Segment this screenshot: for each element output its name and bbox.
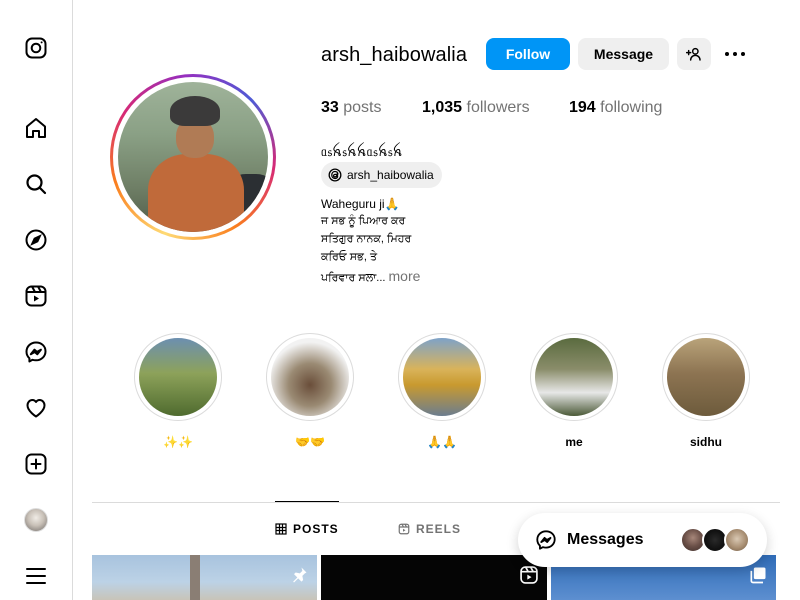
- highlight-cover: [535, 338, 613, 416]
- sidebar: [0, 0, 73, 600]
- pin-icon: [289, 565, 309, 585]
- more-horizontal-icon: [723, 42, 747, 66]
- bio-last-line: ਪਰਿਵਾਰ ਸਲਾ... more: [321, 268, 421, 284]
- profile-picture[interactable]: [110, 74, 276, 240]
- highlight-label: sidhu: [690, 435, 722, 449]
- following-link[interactable]: 194 following: [569, 99, 662, 117]
- highlight-cover: [667, 338, 745, 416]
- profile-avatar[interactable]: [24, 508, 48, 532]
- post-thumbnail[interactable]: [321, 555, 547, 600]
- post-thumbnail[interactable]: [92, 555, 317, 600]
- messages-label: Messages: [567, 531, 644, 548]
- add-user-icon: [686, 46, 702, 62]
- heart-icon[interactable]: [24, 396, 48, 420]
- highlight-label: me: [565, 435, 583, 449]
- grid-icon: [275, 523, 287, 535]
- recent-chats-avatars: [680, 527, 756, 553]
- highlight-cover: [403, 338, 481, 416]
- highlight-cover: [271, 338, 349, 416]
- highlight-label: 🤝🤝: [295, 435, 325, 449]
- profile-username: arsh_haibowalia: [321, 44, 468, 66]
- tabs-divider: [92, 502, 780, 503]
- instagram-icon[interactable]: [24, 36, 48, 60]
- messages-button[interactable]: Messages: [518, 513, 767, 567]
- followers-link[interactable]: 1,035 followers: [422, 99, 530, 117]
- carousel-icon: [748, 565, 768, 585]
- bio-more-link[interactable]: more: [389, 268, 421, 284]
- threads-handle: arsh_haibowalia: [347, 168, 434, 182]
- bio-line: ਕਰਿਓ ਸਭ, ਤੇ: [321, 251, 378, 263]
- bio-line: ਸਤਿਗੁਰ ਨਾਨਕ, ਮਿਹਰ: [321, 233, 412, 245]
- search-icon[interactable]: [24, 172, 48, 196]
- compass-icon[interactable]: [24, 228, 48, 252]
- highlight-label: ✨✨: [163, 435, 193, 449]
- home-icon[interactable]: [24, 116, 48, 140]
- active-tab-indicator: [275, 501, 339, 502]
- messenger-icon: [535, 529, 557, 551]
- tab-reels[interactable]: REELS: [398, 522, 461, 536]
- posts-count: 33 posts: [321, 99, 382, 116]
- story-highlight[interactable]: sidhu: [662, 333, 750, 449]
- reels-icon: [398, 523, 410, 535]
- options-button[interactable]: [722, 42, 748, 66]
- threads-icon: [328, 168, 342, 182]
- story-highlight[interactable]: ✨✨: [134, 333, 222, 449]
- highlight-cover: [139, 338, 217, 416]
- suggest-user-button[interactable]: [677, 38, 711, 70]
- story-highlight[interactable]: 🙏🙏: [398, 333, 486, 449]
- messenger-icon[interactable]: [24, 340, 48, 364]
- reels-icon[interactable]: [24, 284, 48, 308]
- highlight-label: 🙏🙏: [427, 435, 457, 449]
- message-button[interactable]: Message: [578, 38, 669, 70]
- reel-badge-icon: [519, 565, 539, 585]
- profile-photo: [118, 82, 268, 232]
- plus-square-icon[interactable]: [24, 452, 48, 476]
- avatar: [24, 508, 48, 532]
- story-highlight[interactable]: 🤝🤝: [266, 333, 354, 449]
- threads-link[interactable]: arsh_haibowalia: [321, 162, 442, 188]
- bio-line: ਜ ਸਭ ਨੂੰ ਪਿਆਰ ਕਰ: [321, 215, 406, 227]
- follow-button[interactable]: Follow: [486, 38, 570, 70]
- tab-posts[interactable]: POSTS: [275, 522, 339, 536]
- hamburger-icon[interactable]: [24, 564, 48, 588]
- avatar: [724, 527, 750, 553]
- bio-line: Waheguru ji🙏: [321, 197, 400, 211]
- story-highlight[interactable]: me: [530, 333, 618, 449]
